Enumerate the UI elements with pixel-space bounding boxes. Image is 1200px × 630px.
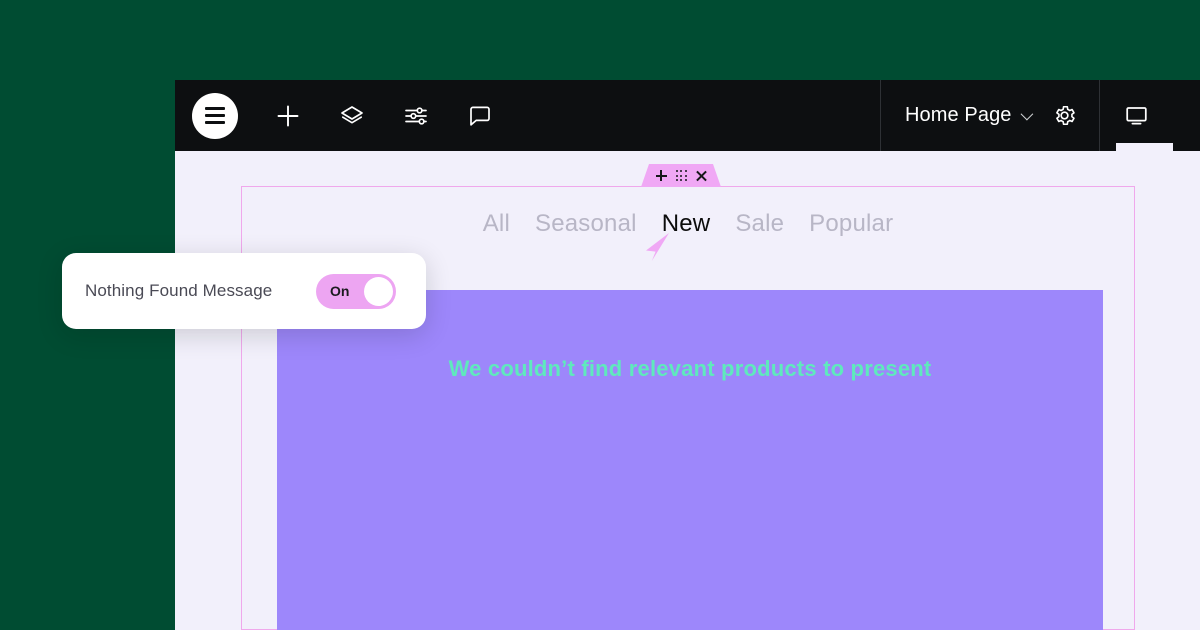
toggle-knob[interactable] [364, 276, 393, 306]
nothing-found-toggle[interactable]: On [316, 273, 396, 309]
hamburger-icon-line [205, 114, 225, 117]
filter-tab-popular[interactable]: Popular [809, 205, 893, 243]
editor-toolbar: Home Page [175, 80, 1200, 151]
page-settings-button[interactable] [1052, 103, 1077, 128]
nothing-found-block[interactable]: We couldn’t find relevant products to pr… [277, 290, 1103, 630]
product-filter-tabs: All Seasonal New Sale Popular [241, 205, 1135, 243]
widget-toolbar-handle[interactable] [641, 164, 721, 187]
filter-tab-seasonal[interactable]: Seasonal [535, 205, 637, 243]
filter-tab-new[interactable]: New [662, 205, 711, 243]
page-selector[interactable]: Home Page [905, 104, 1033, 127]
active-tab-indicator [1115, 143, 1173, 151]
toggle-state-label: On [330, 282, 350, 299]
site-settings-button[interactable] [384, 80, 448, 151]
add-element-button[interactable] [256, 80, 320, 151]
setting-label: Nothing Found Message [85, 281, 273, 300]
layers-icon [341, 105, 363, 124]
hamburger-icon-line [205, 121, 225, 124]
filter-tab-all[interactable]: All [483, 205, 510, 243]
nothing-found-setting-card: Nothing Found Message On [62, 253, 426, 329]
filter-tab-sale[interactable]: Sale [735, 205, 784, 243]
hamburger-menu-button[interactable] [192, 92, 238, 139]
toolbar-right-group [1100, 80, 1173, 151]
desktop-preview-tab[interactable] [1100, 80, 1173, 151]
hamburger-icon-line [205, 107, 225, 110]
plus-icon[interactable] [655, 170, 667, 181]
layers-navigator-button[interactable] [320, 80, 384, 151]
chevron-down-icon [1020, 107, 1033, 121]
speech-bubble-icon [470, 106, 490, 126]
toolbar-page-group: Home Page [881, 80, 1099, 151]
drag-dots-icon[interactable] [675, 170, 687, 181]
toolbar-left-group [175, 80, 880, 151]
plus-icon [277, 105, 299, 126]
page-selector-label: Home Page [905, 104, 1012, 126]
nothing-found-message: We couldn’t find relevant products to pr… [448, 356, 932, 381]
comments-button[interactable] [448, 80, 512, 151]
gear-icon [1055, 105, 1075, 126]
close-icon[interactable] [696, 170, 707, 181]
sliders-icon [405, 106, 427, 125]
monitor-icon [1125, 107, 1147, 125]
